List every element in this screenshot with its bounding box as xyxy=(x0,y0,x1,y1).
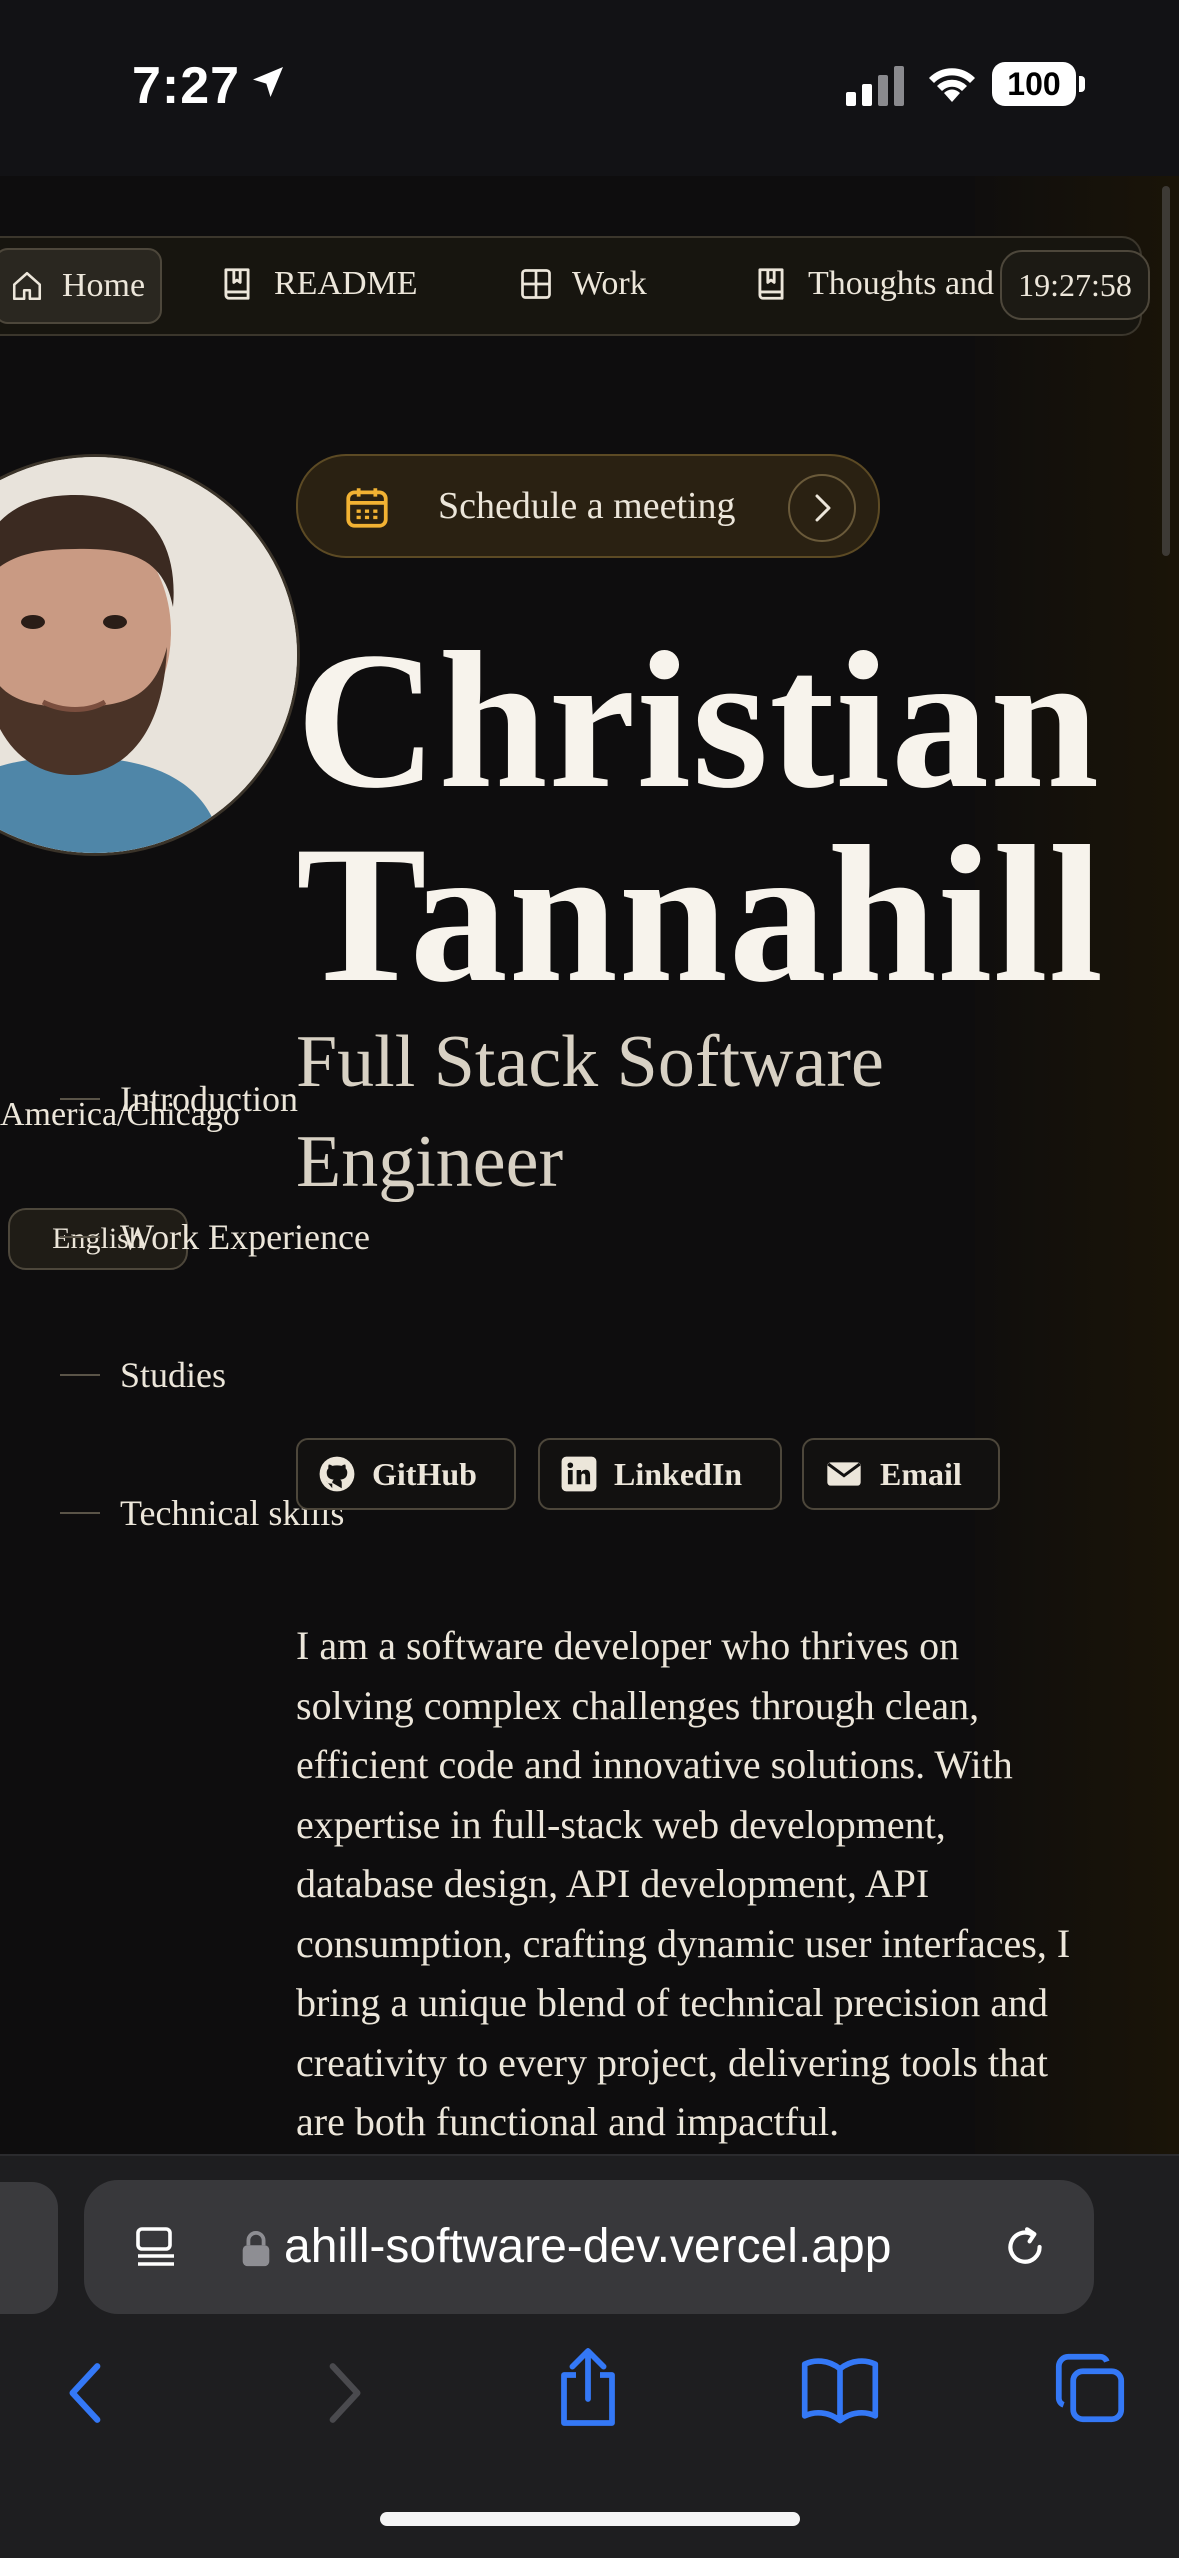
bookmarks-icon[interactable] xyxy=(800,2354,880,2426)
wifi-icon xyxy=(929,68,975,102)
browser-toolbar: ahill-software-dev.vercel.app xyxy=(0,2154,1179,2558)
github-icon xyxy=(319,1456,355,1492)
avatar xyxy=(0,454,300,856)
local-time-badge: 19:27:58 xyxy=(1000,250,1150,320)
nav-item-label: Work xyxy=(572,265,647,302)
reload-icon[interactable] xyxy=(1000,2222,1050,2272)
nav-item-readme[interactable]: README xyxy=(218,248,418,320)
linkedin-button[interactable]: LinkedIn xyxy=(538,1438,782,1510)
previous-tab-preview[interactable] xyxy=(0,2182,58,2314)
nav-item-home[interactable]: Home xyxy=(0,248,162,324)
linkedin-label: LinkedIn xyxy=(614,1455,743,1492)
reader-mode-icon[interactable] xyxy=(132,2222,180,2272)
nav-item-label: Home xyxy=(62,267,146,304)
linkedin-icon xyxy=(561,1456,597,1492)
status-time: 7:27 xyxy=(132,57,241,115)
toc-item-introduction[interactable]: Introduction xyxy=(60,1078,298,1120)
book-icon xyxy=(758,268,784,300)
email-label: Email xyxy=(880,1455,962,1492)
last-name: Tannahill xyxy=(296,806,1105,1023)
grid-icon xyxy=(521,269,551,299)
forward-icon[interactable] xyxy=(318,2358,368,2428)
toc-label: Introduction xyxy=(120,1079,298,1119)
toc-dash xyxy=(60,1374,100,1376)
battery-indicator: 100 xyxy=(992,62,1076,106)
chevron-right-icon xyxy=(788,474,856,542)
nav-item-thoughts[interactable]: Thoughts and xyxy=(752,248,994,320)
first-name: Christian xyxy=(296,612,1101,829)
location-arrow-icon xyxy=(253,67,283,97)
nav-item-work[interactable]: Work xyxy=(518,248,647,320)
cellular-signal-icon xyxy=(846,66,904,106)
toc-label: Studies xyxy=(120,1355,227,1395)
schedule-meeting-label: Schedule a meeting xyxy=(438,485,736,527)
profile-photo xyxy=(0,457,297,853)
back-icon[interactable] xyxy=(62,2358,112,2428)
book-icon xyxy=(224,268,250,300)
toc-dash xyxy=(60,1236,100,1238)
home-icon xyxy=(12,271,42,301)
bio-paragraph: I am a software developer who thrives on… xyxy=(296,1623,1071,2144)
github-label: GitHub xyxy=(372,1455,477,1492)
mail-icon xyxy=(827,1462,861,1486)
home-indicator xyxy=(380,2512,800,2526)
lock-icon xyxy=(242,2231,270,2267)
top-nav: Home README Work Thoughts and xyxy=(0,236,1142,336)
scrollbar[interactable] xyxy=(1162,186,1170,556)
calendar-icon xyxy=(346,488,388,528)
toc-label: Work Experience xyxy=(120,1217,370,1257)
nav-item-label: README xyxy=(274,265,418,302)
email-button[interactable]: Email xyxy=(802,1438,1000,1510)
address-bar[interactable]: ahill-software-dev.vercel.app xyxy=(84,2180,1094,2314)
github-button[interactable]: GitHub xyxy=(296,1438,516,1510)
toc-dash xyxy=(60,1098,100,1100)
tabs-icon[interactable] xyxy=(1054,2352,1126,2424)
share-icon[interactable] xyxy=(552,2346,624,2428)
toc-item-studies[interactable]: Studies xyxy=(60,1354,226,1396)
toc-dash xyxy=(60,1512,100,1514)
schedule-meeting-button[interactable]: Schedule a meeting xyxy=(296,454,880,558)
page-title: Christian Tannahill xyxy=(296,612,1105,1023)
battery-nub xyxy=(1079,76,1085,92)
toc-item-work-experience[interactable]: Work Experience xyxy=(60,1216,370,1258)
job-title: Full Stack Software Engineer xyxy=(296,1021,884,1203)
nav-item-label: Thoughts and xyxy=(808,265,995,302)
url-text[interactable]: ahill-software-dev.vercel.app xyxy=(284,2180,1004,2314)
web-page[interactable]: Home README Work Thoughts and 19:27:58 A… xyxy=(0,176,1179,2154)
